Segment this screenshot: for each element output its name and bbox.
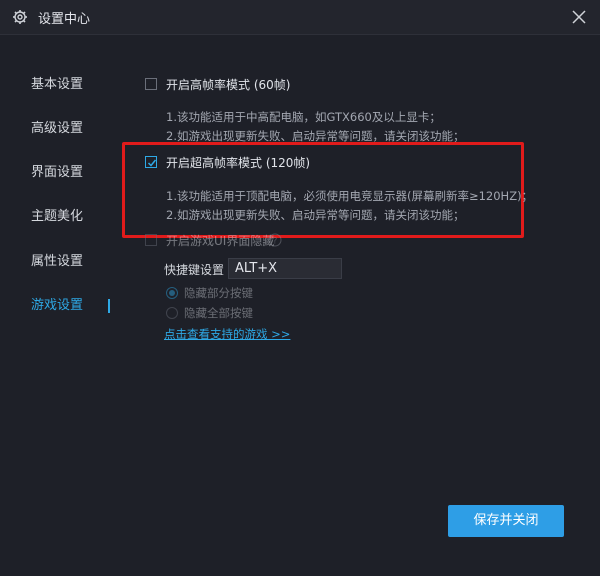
window-title: 设置中心: [38, 12, 91, 27]
close-icon[interactable]: [568, 6, 590, 28]
high-fps-checkbox[interactable]: [145, 78, 157, 90]
supported-games-link[interactable]: 点击查看支持的游戏 >>: [164, 326, 290, 342]
sidebar-item-game[interactable]: 游戏设置: [0, 291, 112, 321]
high-fps-desc-1: 1.该功能适用于中高配电脑，如GTX660及以上显卡；: [166, 110, 441, 124]
overlay-hide-checkbox[interactable]: [145, 234, 157, 246]
sidebar-item-theme[interactable]: 主题美化: [0, 202, 112, 232]
ultra-fps-label[interactable]: 开启超高帧率模式 (120帧): [166, 154, 310, 171]
high-fps-label[interactable]: 开启高帧率模式 (60帧): [166, 76, 290, 93]
ultra-fps-desc-1: 1.该功能适用于顶配电脑，必须使用电竞显示器(屏幕刷新率≥120HZ)；: [166, 189, 534, 203]
sidebar-item-advanced[interactable]: 高级设置: [0, 114, 112, 144]
check-icon: [147, 159, 157, 167]
hide-partial-label[interactable]: 隐藏部分按键: [184, 285, 253, 301]
gear-icon: [13, 10, 27, 24]
overlay-hide-label[interactable]: 开启游戏UI界面隐藏: [166, 232, 274, 249]
settings-window: 设置中心 基本设置 高级设置 界面设置 主题美化 属性设置 游戏设置 开启高帧率…: [0, 0, 600, 576]
sidebar: 基本设置 高级设置 界面设置 主题美化 属性设置 游戏设置: [0, 35, 112, 576]
ultra-fps-checkbox[interactable]: [145, 156, 157, 168]
title-bar: 设置中心: [0, 0, 600, 35]
sidebar-item-properties[interactable]: 属性设置: [0, 247, 112, 277]
hide-partial-radio[interactable]: [166, 287, 178, 299]
hide-all-radio[interactable]: [166, 307, 178, 319]
svg-text:?: ?: [273, 237, 278, 247]
save-and-close-button[interactable]: 保存并关闭: [448, 505, 564, 537]
game-settings-panel: 开启高帧率模式 (60帧) 1.该功能适用于中高配电脑，如GTX660及以上显卡…: [112, 35, 600, 576]
hotkey-label: 快捷键设置: [164, 263, 225, 277]
hide-all-label[interactable]: 隐藏全部按键: [184, 305, 253, 321]
hotkey-input[interactable]: ALT+X: [228, 258, 342, 279]
ultra-fps-desc-2: 2.如游戏出现更新失败、启动异常等问题，请关闭该功能；: [166, 208, 465, 222]
active-indicator: [108, 299, 110, 313]
sidebar-item-interface[interactable]: 界面设置: [0, 158, 112, 188]
sidebar-item-basic[interactable]: 基本设置: [0, 70, 112, 100]
help-icon[interactable]: ?: [268, 233, 282, 247]
